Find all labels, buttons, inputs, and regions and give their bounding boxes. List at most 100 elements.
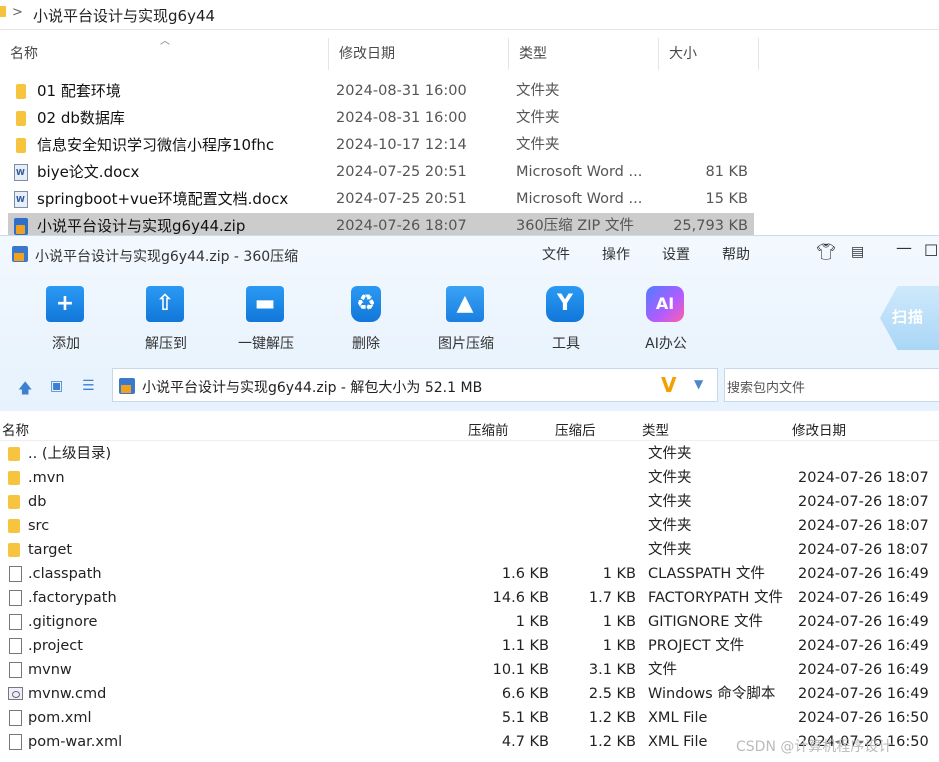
list-view-icon[interactable]: ☰	[82, 378, 95, 394]
menu-settings[interactable]: 设置	[662, 244, 690, 264]
archive-cell-before: 10.1 KB	[492, 662, 549, 678]
explorer-cell-type: 文件夹	[516, 110, 560, 126]
column-size-before[interactable]: 压缩前	[468, 419, 509, 439]
archive-row[interactable]: .project 1.1 KB 1 KB PROJECT 文件 2024-07-26 1…	[0, 634, 939, 658]
archive-cell-before: 14.6 KB	[492, 590, 549, 606]
archive-cell-name: src	[28, 518, 50, 534]
explorer-cell-type: 文件夹	[516, 83, 560, 99]
chevron-down-icon[interactable]: ▼	[694, 377, 703, 391]
folder-icon	[8, 471, 20, 485]
archive-row[interactable]: .gitignore 1 KB 1 KB GITIGNORE 文件 2024-07-26…	[0, 610, 939, 634]
archive-row[interactable]: .classpath 1.6 KB 1 KB CLASSPATH 文件 2024-07-…	[0, 562, 939, 586]
explorer-row[interactable]: 信息安全知识学习微信小程序10fhc 2024-10-17 12:14 文件夹	[8, 132, 754, 159]
column-size-after[interactable]: 压缩后	[555, 419, 596, 439]
explorer-cell-date: 2024-08-31 16:00	[336, 83, 467, 99]
archive-cell-name: db	[28, 494, 47, 510]
delete-button[interactable]: ♻ 删除	[326, 280, 406, 356]
image-compress-icon: ▲	[446, 286, 484, 322]
archive-cell-after: 1 KB	[602, 638, 636, 654]
archive-cell-type: Windows 命令脚本	[648, 686, 776, 702]
view-mode-icon[interactable]: ▣	[50, 378, 63, 394]
archive-cell-name: .gitignore	[28, 614, 98, 630]
v-logo-icon[interactable]: V	[661, 373, 676, 397]
explorer-row[interactable]: springboot+vue环境配置文档.docx 2024-07-25 20:5…	[8, 186, 754, 213]
archive-cell-name: mvnw	[28, 662, 72, 678]
explorer-row[interactable]: biye论文.docx 2024-07-25 20:51 Microsoft Wor…	[8, 159, 754, 186]
archive-row[interactable]: mvnw.cmd 6.6 KB 2.5 KB Windows 命令脚本 2024-07-…	[0, 682, 939, 706]
archive-cell-name: .. (上级目录)	[28, 446, 112, 462]
archive-cell-date: 2024-07-26 16:49	[798, 638, 929, 654]
image-compress-button[interactable]: ▲ 图片压缩	[426, 280, 506, 356]
archive-row[interactable]: src 文件夹 2024-07-26 18:07	[0, 514, 939, 538]
skin-icon[interactable]: 👕︎	[816, 242, 836, 261]
explorer-cell-name: 02 db数据库	[37, 109, 125, 127]
archive-cell-date: 2024-07-26 16:50	[798, 710, 929, 726]
archive-cell-type: 文件	[648, 662, 677, 678]
zip-archive-window: 小说平台设计与实现g6y44.zip - 360压缩 文件 操作 设置 帮助 👕…	[0, 235, 939, 762]
archive-row[interactable]: .factorypath 14.6 KB 1.7 KB FACTORYPATH 文件 2…	[0, 586, 939, 610]
maximize-icon[interactable]: ☐	[924, 241, 938, 260]
explorer-row[interactable]: 01 配套环境 2024-08-31 16:00 文件夹	[8, 78, 754, 105]
navigation-bar: 🡅 ▣ ☰ 小说平台设计与实现g6y44.zip - 解包大小为 52.1 MB…	[0, 366, 939, 404]
search-input[interactable]: 搜索包内文件	[724, 368, 939, 402]
archive-path-field[interactable]: 小说平台设计与实现g6y44.zip - 解包大小为 52.1 MB V ▼	[112, 368, 718, 402]
archive-cell-date: 2024-07-26 18:07	[798, 494, 929, 510]
archive-cell-before: 6.6 KB	[501, 686, 549, 702]
menu-operation[interactable]: 操作	[602, 244, 630, 264]
archive-cell-type: XML File	[648, 710, 708, 726]
breadcrumb[interactable]: 小说平台设计与实现g6y44	[33, 5, 215, 26]
explorer-cell-date: 2024-07-25 20:51	[336, 191, 467, 207]
archive-row[interactable]: .. (上级目录) 文件夹	[0, 442, 939, 466]
ai-office-button[interactable]: AI AI办公	[626, 280, 706, 356]
menu-file[interactable]: 文件	[542, 244, 570, 264]
watermark: CSDN @计算机程序设计	[736, 739, 893, 755]
menu-help[interactable]: 帮助	[722, 244, 750, 264]
explorer-cell-date: 2024-08-31 16:00	[336, 110, 467, 126]
archive-cell-name: target	[28, 542, 73, 558]
column-type[interactable]: 类型	[642, 419, 669, 439]
archive-cell-name: .project	[28, 638, 83, 654]
archive-cell-before: 1 KB	[515, 614, 549, 630]
zip-archive-icon	[119, 378, 135, 394]
archive-row[interactable]: .mvn 文件夹 2024-07-26 18:07	[0, 466, 939, 490]
extract-to-button[interactable]: ⇧ 解压到	[126, 280, 206, 356]
up-arrow-icon[interactable]: 🡅	[18, 378, 32, 402]
minimize-icon[interactable]: —	[896, 238, 912, 257]
archive-row[interactable]: mvnw 10.1 KB 3.1 KB 文件 2024-07-26 16:49	[0, 658, 939, 682]
chevron-right-icon[interactable]: >	[12, 5, 23, 20]
image-compress-label: 图片压缩	[438, 336, 494, 352]
explorer-cell-size: 81 KB	[705, 164, 748, 180]
column-date-modified[interactable]: 修改日期	[792, 419, 846, 439]
archive-cell-name: .factorypath	[28, 590, 117, 606]
archive-cell-date: 2024-07-26 16:49	[798, 686, 929, 702]
explorer-cell-name: 信息安全知识学习微信小程序10fhc	[37, 136, 275, 154]
feedback-icon[interactable]: ▤	[851, 244, 864, 260]
add-button[interactable]: + 添加	[26, 280, 106, 356]
extract-to-icon: ⇧	[146, 286, 184, 322]
archive-cell-after: 3.1 KB	[588, 662, 636, 678]
archive-row[interactable]: target 文件夹 2024-07-26 18:07	[0, 538, 939, 562]
archive-cell-date: 2024-07-26 18:07	[798, 542, 929, 558]
archive-row[interactable]: db 文件夹 2024-07-26 18:07	[0, 490, 939, 514]
address-bar[interactable]: > 小说平台设计与实现g6y44	[0, 0, 939, 30]
ai-office-label: AI办公	[645, 336, 687, 352]
column-date-modified[interactable]: 修改日期	[329, 38, 509, 70]
column-size[interactable]: 大小	[659, 38, 759, 70]
column-name[interactable]: 名称	[2, 419, 29, 439]
archive-cell-name: mvnw.cmd	[28, 686, 107, 702]
file-icon	[9, 566, 22, 582]
add-label: 添加	[52, 336, 80, 352]
column-type[interactable]: 类型	[509, 38, 659, 70]
scan-button[interactable]: 扫描	[880, 286, 939, 350]
folder-icon	[8, 519, 20, 533]
archive-cell-type: 文件夹	[648, 518, 692, 534]
archive-row[interactable]: pom.xml 5.1 KB 1.2 KB XML File 2024-07-26 16…	[0, 706, 939, 730]
archive-cell-name: pom.xml	[28, 710, 92, 726]
one-click-extract-button[interactable]: ▬ 一键解压	[226, 280, 306, 356]
archive-cell-type: XML File	[648, 734, 708, 750]
archive-cell-before: 1.6 KB	[501, 566, 549, 582]
tools-icon: Y	[546, 286, 584, 322]
tools-button[interactable]: Y 工具	[526, 280, 606, 356]
archive-cell-after: 1.2 KB	[588, 734, 636, 750]
explorer-row[interactable]: 02 db数据库 2024-08-31 16:00 文件夹	[8, 105, 754, 132]
